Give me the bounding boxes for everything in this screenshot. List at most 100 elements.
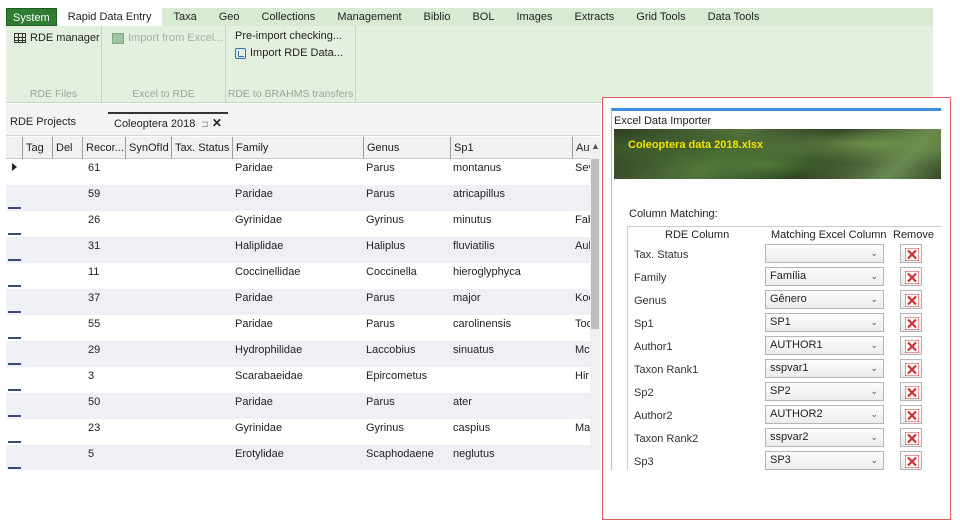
tab-taxa[interactable]: Taxa [162, 8, 207, 26]
cell-family[interactable]: Gyrinidae [232, 211, 282, 237]
tab-rde-projects[interactable]: RDE Projects [10, 116, 76, 128]
tab-system[interactable]: System [6, 8, 57, 26]
cell-family[interactable]: Gyrinidae [232, 419, 282, 445]
cell-family[interactable]: Paridae [232, 393, 273, 419]
row-selector[interactable] [8, 393, 22, 419]
tab-rapid-data-entry[interactable]: Rapid Data Entry [56, 8, 163, 26]
cell-record[interactable]: 50 [85, 393, 100, 419]
remove-button[interactable] [900, 359, 922, 378]
cell-sp1[interactable]: atricapillus [450, 185, 505, 211]
cell-genus[interactable]: Parus [363, 159, 395, 185]
cell-family[interactable]: Paridae [232, 185, 273, 211]
cell-record[interactable]: 26 [85, 211, 100, 237]
tab-images[interactable]: Images [505, 8, 563, 26]
cell-sp1[interactable]: minutus [450, 211, 492, 237]
cell-sp1[interactable]: ater [450, 393, 472, 419]
table-row[interactable]: 55 Paridae Parus carolinensis Toc [6, 315, 600, 341]
rde-manager-button[interactable]: RDE manager [14, 32, 100, 44]
cell-family[interactable]: Haliplidae [232, 237, 283, 263]
cell-family[interactable]: Coccinellidae [232, 263, 300, 289]
remove-button[interactable] [900, 428, 922, 447]
row-selector[interactable] [8, 185, 22, 211]
tab-collections[interactable]: Collections [251, 8, 327, 26]
excel-column-select[interactable]: AUTHOR1 ⌄ [765, 336, 884, 355]
remove-button[interactable] [900, 451, 922, 470]
excel-column-select[interactable]: Gênero ⌄ [765, 290, 884, 309]
cell-author[interactable] [572, 393, 590, 419]
cell-sp1[interactable]: hieroglyphyca [450, 263, 521, 289]
tab-extracts[interactable]: Extracts [564, 8, 626, 26]
cell-genus[interactable]: Haliplus [363, 237, 405, 263]
table-row[interactable]: 31 Haliplidae Haliplus fluviatilis Aul [6, 237, 600, 263]
cell-record[interactable]: 31 [85, 237, 100, 263]
cell-sp1[interactable]: fluviatilis [450, 237, 495, 263]
table-row[interactable]: 59 Paridae Parus atricapillus [6, 185, 600, 211]
row-selector[interactable] [8, 419, 22, 445]
cell-author[interactable]: Aul [572, 237, 590, 263]
cell-sp1[interactable]: sinuatus [450, 341, 494, 367]
cell-genus[interactable]: Gyrinus [363, 211, 404, 237]
cell-sp1[interactable]: montanus [450, 159, 501, 185]
column-header-family[interactable]: Family [232, 137, 363, 159]
import-from-excel-button[interactable]: Import from Excel... [112, 32, 223, 44]
cell-sp1[interactable]: neglutus [450, 445, 495, 470]
tab-biblio[interactable]: Biblio [413, 8, 462, 26]
column-header-sp1[interactable]: Sp1 [450, 137, 572, 159]
column-header-tag[interactable]: Tag [22, 137, 52, 159]
row-selector[interactable] [8, 341, 22, 367]
cell-record[interactable]: 11 [85, 263, 99, 289]
cell-record[interactable]: 3 [85, 367, 94, 393]
cell-author[interactable] [572, 445, 590, 470]
cell-record[interactable]: 37 [85, 289, 100, 315]
cell-record[interactable]: 23 [85, 419, 100, 445]
cell-author[interactable]: Ma [572, 419, 590, 445]
row-selector[interactable] [8, 367, 22, 393]
column-header-tax-status[interactable]: Tax. Status [171, 137, 232, 159]
row-selector[interactable] [8, 315, 22, 341]
cell-family[interactable]: Scarabaeidae [232, 367, 303, 393]
excel-column-select[interactable]: sspvar1 ⌄ [765, 359, 884, 378]
table-row[interactable]: 5 Erotylidae Scaphodaene neglutus [6, 445, 600, 470]
cell-author[interactable]: Mc [572, 341, 590, 367]
remove-button[interactable] [900, 382, 922, 401]
excel-column-select[interactable]: ⌄ [765, 244, 884, 263]
remove-button[interactable] [900, 244, 922, 263]
table-row[interactable]: 26 Gyrinidae Gyrinus minutus Fab [6, 211, 600, 237]
row-selector[interactable] [8, 263, 22, 289]
cell-genus[interactable]: Parus [363, 315, 395, 341]
cell-author[interactable]: Fab [572, 211, 590, 237]
close-icon[interactable]: ✕ [212, 116, 222, 130]
tab-management[interactable]: Management [326, 8, 412, 26]
cell-record[interactable]: 5 [85, 445, 94, 470]
import-rde-data-button[interactable]: Import RDE Data... [235, 47, 343, 59]
cell-author[interactable] [572, 185, 590, 211]
cell-family[interactable]: Paridae [232, 289, 273, 315]
excel-column-select[interactable]: Família ⌄ [765, 267, 884, 286]
column-header-record[interactable]: Recor... [82, 137, 125, 159]
cell-record[interactable]: 29 [85, 341, 100, 367]
pre-import-checking-button[interactable]: Pre-import checking... [235, 30, 342, 42]
cell-genus[interactable]: Parus [363, 289, 395, 315]
table-row[interactable]: 3 Scarabaeidae Epircometus Hir [6, 367, 600, 393]
cell-genus[interactable]: Laccobius [363, 341, 416, 367]
row-selector[interactable] [8, 289, 22, 315]
cell-author[interactable]: Hir [572, 367, 590, 393]
row-selector[interactable] [8, 159, 22, 185]
table-row[interactable]: 50 Paridae Parus ater [6, 393, 600, 419]
scroll-up-icon[interactable]: ▲ [591, 141, 600, 151]
tab-data-tools[interactable]: Data Tools [697, 8, 771, 26]
row-selector[interactable] [8, 237, 22, 263]
cell-sp1[interactable]: caspius [450, 419, 490, 445]
cell-family[interactable]: Paridae [232, 315, 273, 341]
table-row[interactable]: 37 Paridae Parus major Koe [6, 289, 600, 315]
cell-family[interactable]: Hydrophilidae [232, 341, 302, 367]
pin-icon[interactable]: ⊐ [201, 119, 209, 129]
cell-family[interactable]: Erotylidae [232, 445, 284, 470]
cell-genus[interactable]: Parus [363, 393, 395, 419]
cell-record[interactable]: 61 [85, 159, 100, 185]
row-selector[interactable] [8, 211, 22, 237]
cell-sp1[interactable]: major [450, 289, 481, 315]
cell-record[interactable]: 55 [85, 315, 100, 341]
cell-genus[interactable]: Gyrinus [363, 419, 404, 445]
cell-genus[interactable]: Parus [363, 185, 395, 211]
